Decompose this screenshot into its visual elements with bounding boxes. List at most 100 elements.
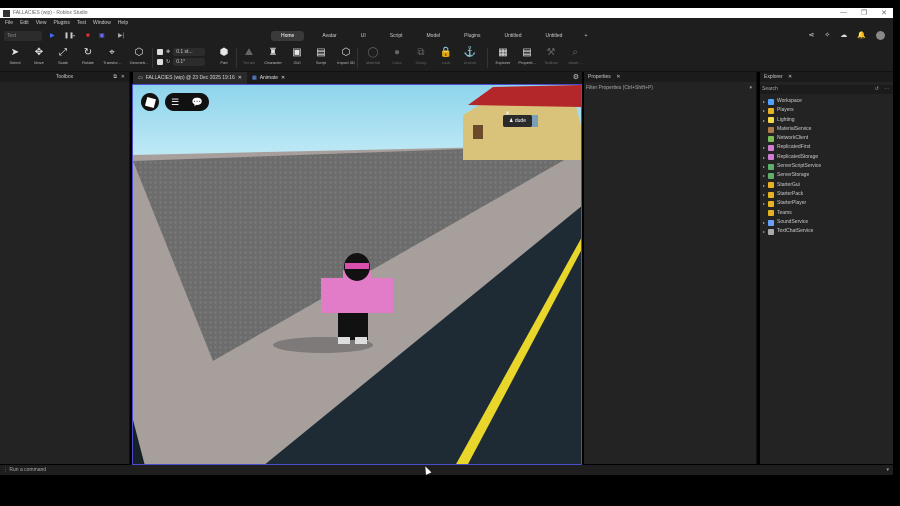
menu-bar: File Edit View Plugins Test Window Help (0, 18, 893, 28)
menu-help[interactable]: Help (118, 20, 128, 26)
explorer-item-serverstorage[interactable]: ▸ ServerStorage (760, 171, 893, 180)
tool-character-button[interactable]: ♜ Character (261, 46, 285, 65)
explorer-item-textchatservice[interactable]: ▸ TextChatService (760, 227, 893, 236)
explorer-item-startergui[interactable]: ▸ StarterGui (760, 181, 893, 190)
command-bar[interactable]: ⋮ Run a command ▾ (0, 465, 893, 475)
explorer-item-materialservice[interactable]: MaterialService (760, 125, 893, 134)
tab-untitled-1[interactable]: Untitled (499, 31, 528, 41)
close-icon[interactable]: ✕ (788, 74, 792, 80)
close-icon[interactable]: ✕ (238, 72, 242, 84)
rotate-snap-checkbox[interactable] (157, 59, 163, 65)
tool-label: Color (392, 60, 402, 65)
chevron-down-icon[interactable]: ▾ (73, 31, 75, 41)
tool-script-button[interactable]: ▤ Script (309, 46, 333, 65)
chat-icon[interactable]: 💬 (192, 97, 203, 108)
tool-properti-button[interactable]: ▤ Properti... (515, 46, 539, 65)
properties-filter-input[interactable]: Filter Properties (Ctrl+Shift+P) ▾ (584, 84, 756, 93)
share-icon[interactable]: ⋖ (809, 31, 815, 40)
tool-color-button[interactable]: ● Color (385, 46, 409, 65)
close-icon[interactable]: ✕ (121, 72, 125, 82)
roblox-menu-button[interactable] (141, 93, 159, 111)
explorer-item-workspace[interactable]: ▸ Workspace (760, 97, 893, 106)
menu-test[interactable]: Test (77, 20, 86, 26)
tool-gui-button[interactable]: ▣ GUI (285, 46, 309, 65)
rotate-increment-input[interactable]: 0.1° (173, 58, 206, 66)
tab-untitled-2[interactable]: Untitled (539, 31, 568, 41)
tool-import-3d-button[interactable]: ⬡ Import 3D (334, 46, 358, 65)
explorer-search-input[interactable]: Search ↺ ⋯ (760, 85, 893, 94)
explorer-item-replicatedfirst[interactable]: ▸ ReplicatedFirst (760, 143, 893, 152)
explorer-item-players[interactable]: ▸ Players (760, 106, 893, 115)
tool-transfor-button[interactable]: ⌖ Transfor... (100, 46, 124, 65)
hamburger-menu-icon[interactable]: ☰ (171, 97, 179, 108)
3d-viewport[interactable]: ☰ 💬 ✕ ♟ dude (132, 84, 582, 465)
menu-plugins[interactable]: Plugins (53, 20, 69, 26)
tab-plugins[interactable]: Plugins (458, 31, 486, 41)
close-icon[interactable]: ✕ (616, 74, 620, 80)
play-icon[interactable]: ▶ (50, 31, 55, 41)
close-icon[interactable]: ✕ (505, 110, 510, 117)
menu-view[interactable]: View (36, 20, 47, 26)
explorer-item-label: NetworkClient (777, 135, 809, 142)
tool-move-button[interactable]: ✥ Move (27, 46, 51, 65)
tool-scale-button[interactable]: ⤢ Scale (51, 46, 75, 65)
tab-script[interactable]: Script (384, 31, 409, 41)
tool-terrain-button[interactable]: ⛰ Terrain (237, 46, 261, 65)
tool-asset-button[interactable]: ⌕ Asset... (563, 46, 587, 65)
tool-rotate-button[interactable]: ↻ Rotate (76, 46, 100, 65)
explorer-item-networkclient[interactable]: NetworkClient (760, 134, 893, 143)
step-icon[interactable]: ▶| (118, 31, 124, 41)
pin-icon[interactable]: ⧉ (113, 72, 117, 82)
maximize-button[interactable]: ❐ (861, 9, 867, 17)
explorer-item-soundservice[interactable]: ▸ SoundService (760, 218, 893, 227)
avatar[interactable] (876, 31, 885, 40)
move-snap-checkbox[interactable] (157, 49, 163, 55)
tool-lock-button[interactable]: 🔒 Lock (434, 46, 458, 65)
explorer-item-starterpack[interactable]: ▸ StarterPack (760, 190, 893, 199)
stop-icon[interactable]: ■ (86, 31, 90, 41)
gear-icon[interactable]: ⚙ (573, 73, 579, 81)
collaborate-icon[interactable]: ✧ (824, 31, 830, 40)
tool-group-button[interactable]: ⧉ Group (409, 46, 433, 65)
tool-geometr-button[interactable]: ⬡ Geometr... (127, 46, 151, 65)
add-tab-button[interactable]: + (580, 31, 591, 41)
doc-tab-animate[interactable]: ▦ Animate ✕ (247, 72, 290, 84)
more-icon[interactable]: ⋯ (884, 85, 889, 94)
tool-explorer-button[interactable]: ▦ Explorer (491, 46, 515, 65)
tool-material-button[interactable]: ◯ Material (361, 46, 385, 65)
tab-home[interactable]: Home (271, 31, 305, 41)
tool-part-button[interactable]: ⬢ Part (212, 46, 236, 65)
explorer-item-starterplayer[interactable]: ▸ StarterPlayer (760, 199, 893, 208)
explorer-item-replicatedstorage[interactable]: ▸ ReplicatedStorage (760, 153, 893, 162)
tab-ui[interactable]: UI (355, 31, 372, 41)
record-icon[interactable]: ▣ (99, 31, 105, 41)
explorer-panel: Explorer ✕ Search ↺ ⋯ ▸ Workspace ▸ Players… (760, 72, 893, 464)
close-icon[interactable]: ✕ (281, 72, 285, 84)
history-icon[interactable]: ↺ (875, 85, 879, 94)
test-mode-select[interactable]: Test (4, 31, 42, 41)
explorer-item-teams[interactable]: Teams (760, 209, 893, 218)
cloud-icon[interactable]: ☁ (840, 31, 847, 40)
minimize-button[interactable]: — (840, 9, 847, 17)
explorer-item-label: Teams (777, 209, 792, 216)
menu-file[interactable]: File (5, 20, 13, 26)
doc-tab-place[interactable]: ▭ FALLACIES (wip) @ 23 Dec 2025 19:16 ✕ (133, 72, 247, 84)
tab-avatar[interactable]: Avatar (316, 31, 342, 41)
tool-toolbox-button[interactable]: ⚒ Toolbox (539, 46, 563, 65)
explorer-title: Explorer (764, 74, 783, 80)
increment-controls: ✥ 0.1 st... ↻ 0.1° (157, 47, 206, 67)
notifications-icon[interactable]: 🔔 (857, 31, 866, 40)
service-icon (768, 163, 774, 170)
menu-window[interactable]: Window (93, 20, 111, 26)
explorer-item-serverscriptservice[interactable]: ▸ ServerScriptService (760, 162, 893, 171)
menu-edit[interactable]: Edit (20, 20, 29, 26)
close-window-button[interactable]: ✕ (881, 9, 887, 17)
title-bar: FALLACIES (wip) - Roblox Studio — ❐ ✕ (0, 8, 893, 18)
explorer-item-lighting[interactable]: ▸ Lighting (760, 116, 893, 125)
tool-anchor-button[interactable]: ⚓ Anchor (458, 46, 482, 65)
chevron-down-icon[interactable]: ▾ (886, 465, 889, 475)
tool-select-button[interactable]: ➤ Select (3, 46, 27, 65)
chevron-down-icon[interactable]: ▾ (749, 84, 752, 93)
move-increment-input[interactable]: 0.1 st... (173, 48, 206, 56)
tab-model[interactable]: Model (421, 31, 447, 41)
